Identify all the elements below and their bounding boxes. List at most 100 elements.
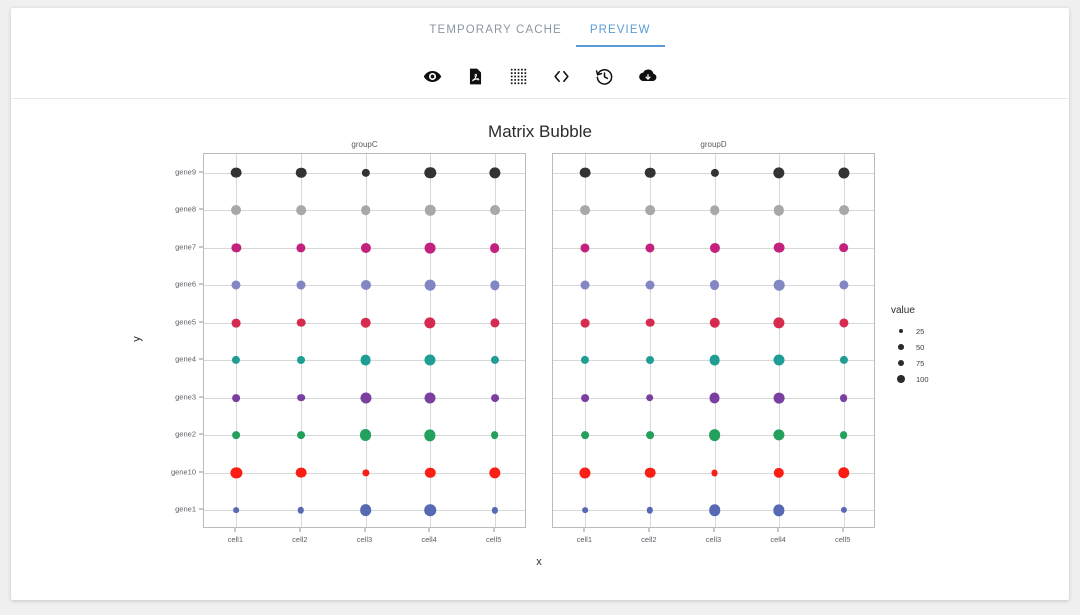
bubble-point[interactable]: [580, 280, 590, 290]
bubble-point[interactable]: [645, 318, 655, 328]
bubble-point[interactable]: [839, 280, 849, 290]
bubble-point[interactable]: [645, 205, 655, 216]
bubble-point[interactable]: [839, 393, 848, 402]
bubble-point[interactable]: [489, 205, 500, 216]
tab-preview[interactable]: PREVIEW: [575, 20, 665, 47]
bubble-point[interactable]: [582, 507, 589, 514]
bubble-point[interactable]: [489, 167, 501, 179]
code-icon[interactable]: [549, 63, 575, 89]
bubble-point[interactable]: [839, 431, 848, 440]
bubble-point[interactable]: [711, 469, 718, 477]
bubble-point[interactable]: [709, 242, 720, 253]
bubble-point[interactable]: [297, 506, 305, 514]
bubble-point[interactable]: [231, 205, 242, 216]
bubble-point[interactable]: [580, 205, 591, 216]
bubble-point[interactable]: [644, 467, 656, 479]
bubble-point[interactable]: [490, 431, 499, 440]
bubble-point[interactable]: [360, 242, 371, 253]
bubble-point[interactable]: [361, 469, 370, 477]
bubble-point[interactable]: [489, 242, 500, 253]
bubble-point[interactable]: [645, 243, 655, 253]
bubble-point[interactable]: [708, 504, 721, 517]
bubble-point[interactable]: [233, 507, 240, 514]
bubble-point[interactable]: [295, 467, 307, 479]
bubble-point[interactable]: [424, 205, 436, 216]
bubble-point[interactable]: [424, 242, 436, 254]
bubble-point[interactable]: [579, 167, 591, 179]
bubble-point[interactable]: [839, 318, 849, 328]
bubble-point[interactable]: [579, 467, 591, 479]
bubble-point[interactable]: [773, 429, 785, 441]
bubble-point[interactable]: [231, 280, 241, 290]
bubble-point[interactable]: [645, 356, 654, 365]
bubble-point[interactable]: [360, 205, 371, 216]
bubble-point[interactable]: [838, 167, 850, 179]
bubble-point[interactable]: [840, 507, 847, 514]
bubble-point[interactable]: [424, 354, 436, 366]
bubble-point[interactable]: [490, 356, 499, 365]
bubble-point[interactable]: [645, 280, 655, 290]
bubble-point[interactable]: [580, 243, 590, 253]
bubble-point[interactable]: [839, 356, 848, 365]
bubble-point[interactable]: [296, 318, 306, 328]
bubble-point[interactable]: [296, 205, 306, 216]
bubble-point[interactable]: [424, 467, 436, 478]
tab-temporary-cache[interactable]: TEMPORARY CACHE: [415, 20, 575, 47]
bubble-point[interactable]: [360, 280, 371, 291]
bubble-point[interactable]: [489, 467, 501, 479]
bubble-point[interactable]: [581, 431, 590, 440]
grid-icon[interactable]: [506, 63, 532, 89]
bubble-point[interactable]: [424, 167, 436, 179]
bubble-point[interactable]: [424, 317, 436, 329]
bubble-point[interactable]: [232, 356, 241, 365]
bubble-point[interactable]: [646, 507, 654, 514]
bubble-point[interactable]: [581, 393, 590, 402]
bubble-point[interactable]: [646, 431, 654, 440]
bubble-point[interactable]: [581, 356, 590, 365]
bubble-point[interactable]: [424, 504, 436, 517]
bubble-point[interactable]: [773, 205, 785, 216]
bubble-point[interactable]: [361, 168, 370, 177]
bubble-point[interactable]: [230, 167, 242, 179]
bubble-point[interactable]: [424, 279, 436, 291]
bubble-point[interactable]: [490, 318, 500, 328]
bubble-point[interactable]: [709, 354, 720, 366]
bubble-point[interactable]: [359, 429, 372, 442]
bubble-point[interactable]: [359, 504, 372, 517]
bubble-point[interactable]: [232, 393, 241, 402]
bubble-point[interactable]: [491, 507, 498, 514]
bubble-point[interactable]: [773, 392, 785, 404]
bubble-point[interactable]: [296, 431, 305, 440]
bubble-point[interactable]: [296, 243, 306, 253]
bubble-point[interactable]: [773, 242, 785, 254]
bubble-point[interactable]: [644, 167, 656, 179]
bubble-point[interactable]: [773, 467, 785, 478]
bubble-point[interactable]: [230, 467, 242, 479]
bubble-point[interactable]: [708, 429, 721, 442]
bubble-point[interactable]: [231, 243, 241, 253]
bubble-point[interactable]: [296, 280, 306, 290]
bubble-point[interactable]: [646, 393, 654, 402]
bubble-point[interactable]: [709, 392, 720, 404]
bubble-point[interactable]: [231, 318, 241, 328]
bubble-point[interactable]: [296, 356, 305, 365]
bubble-point[interactable]: [838, 205, 849, 216]
bubble-point[interactable]: [773, 279, 785, 291]
bubble-point[interactable]: [837, 467, 850, 479]
bubble-point[interactable]: [709, 317, 720, 328]
bubble-point[interactable]: [424, 392, 436, 404]
bubble-point[interactable]: [773, 167, 785, 179]
bubble-point[interactable]: [709, 205, 720, 216]
cloud-download-icon[interactable]: [635, 63, 661, 89]
bubble-point[interactable]: [838, 242, 849, 253]
bubble-point[interactable]: [360, 317, 371, 329]
bubble-point[interactable]: [424, 429, 436, 441]
eye-icon[interactable]: [420, 63, 446, 89]
bubble-point[interactable]: [232, 431, 241, 440]
bubble-point[interactable]: [773, 317, 785, 329]
bubble-point[interactable]: [297, 393, 305, 402]
bubble-point[interactable]: [490, 393, 499, 402]
bubble-point[interactable]: [295, 167, 307, 179]
history-icon[interactable]: [592, 63, 618, 89]
bubble-point[interactable]: [773, 354, 785, 366]
